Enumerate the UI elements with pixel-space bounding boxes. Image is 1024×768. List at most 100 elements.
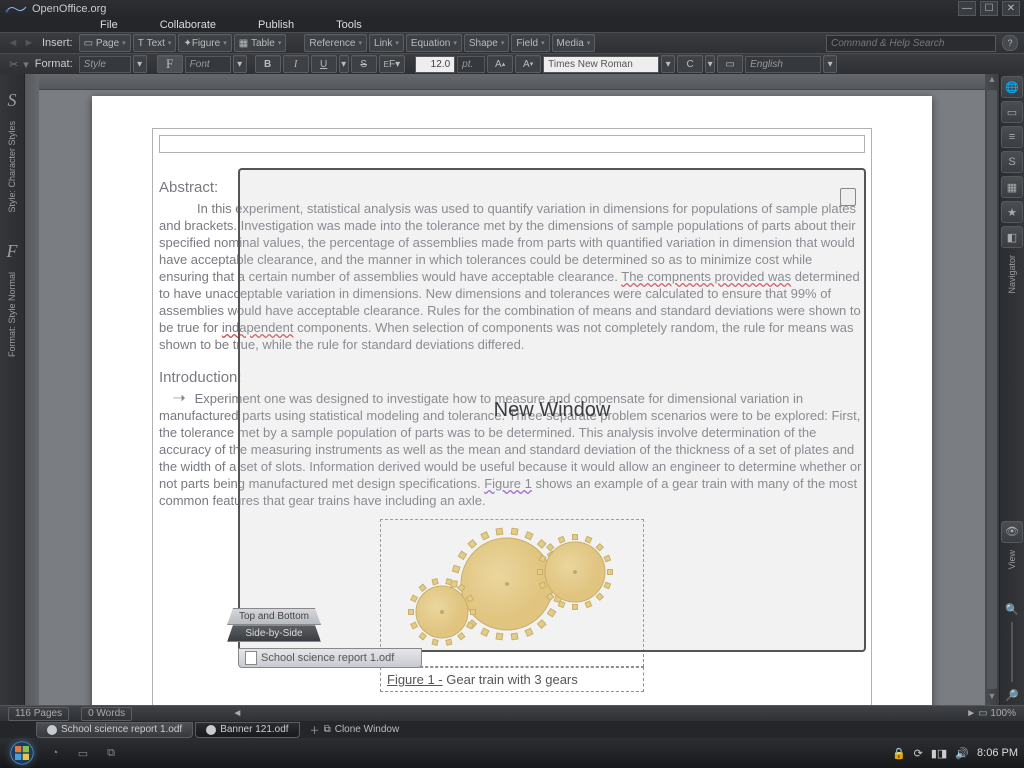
insert-link[interactable]: Link <box>369 34 404 52</box>
font-family-select[interactable]: Times New Roman <box>543 56 659 73</box>
zoom-in-icon[interactable]: 🔍 <box>1002 599 1022 619</box>
color-button[interactable]: C <box>677 55 703 73</box>
doc-tab-2[interactable]: Banner 121.odf <box>195 722 299 738</box>
scroll-down-icon[interactable]: ▼ <box>985 691 999 705</box>
scroll-up-icon[interactable]: ▲ <box>985 74 999 88</box>
scroll-right-icon[interactable]: ► <box>966 708 976 719</box>
ghost-window-tab[interactable]: School science report 1.odf <box>238 648 422 668</box>
tool-5-icon[interactable]: ★ <box>1001 201 1023 223</box>
status-pages: 116 Pages <box>8 707 69 721</box>
navigator-label[interactable]: Navigator <box>1007 251 1017 298</box>
tool-3-icon[interactable]: S <box>1001 151 1023 173</box>
taskbar-app-3-icon[interactable]: ⧉ <box>100 742 122 764</box>
maximize-button[interactable]: ☐ <box>980 1 998 16</box>
insert-shape[interactable]: Shape <box>464 34 509 52</box>
document-canvas[interactable]: Abstract: In this experiment, statistica… <box>39 90 985 705</box>
help-icon[interactable]: ? <box>1002 35 1018 51</box>
format-toolbar: ✂ ▾ Format: Style▾ F Font▾ B I U▾ S EF▾ … <box>0 53 1024 74</box>
font-select[interactable]: Font <box>185 56 231 73</box>
insert-text[interactable]: T Text <box>133 34 177 52</box>
zoom-out-icon[interactable]: 🔎 <box>1002 685 1022 705</box>
style-dropdown-icon[interactable]: ▾ <box>133 55 147 73</box>
globe-icon[interactable]: 🌐 <box>1001 76 1023 98</box>
eye-icon[interactable]: 👁 <box>1001 521 1023 543</box>
doc-icon <box>47 725 57 735</box>
start-button[interactable] <box>6 739 38 767</box>
windows-taskbar: ◔ ▭ ⧉ 🔒 ⟳ ▮◨ 🔊 8:06 PM <box>0 738 1024 768</box>
insert-field[interactable]: Field <box>511 34 549 52</box>
highlight-button[interactable]: ▭ <box>717 55 743 73</box>
effects-button[interactable]: EF▾ <box>379 55 405 73</box>
status-words: 0 Words <box>81 707 132 721</box>
format-tab-label[interactable]: Format: Style Normal <box>7 268 17 361</box>
format-tab-icon[interactable]: F <box>7 241 18 262</box>
insert-table[interactable]: ▦ Table <box>234 34 287 52</box>
tray-volume-icon[interactable]: 🔊 <box>955 747 969 760</box>
zoom-slider[interactable] <box>1011 622 1013 682</box>
view-label[interactable]: View <box>1007 546 1017 573</box>
cursor-arrow-icon: ➝ <box>159 390 195 407</box>
style-select[interactable]: Style <box>79 56 131 73</box>
bold-button[interactable]: B <box>255 55 281 73</box>
abstract-heading: Abstract: <box>159 179 865 196</box>
taskbar-app-2-icon[interactable]: ▭ <box>72 742 94 764</box>
back-icon[interactable]: ◄ <box>6 36 20 50</box>
insert-media[interactable]: Media <box>552 34 596 52</box>
menu-collaborate[interactable]: Collaborate <box>160 19 216 31</box>
tray-clock[interactable]: 8:06 PM <box>977 747 1018 759</box>
menu-publish[interactable]: Publish <box>258 19 294 31</box>
lang-dropdown-icon[interactable]: ▾ <box>823 55 837 73</box>
size-unit[interactable]: pt. <box>457 56 485 73</box>
font-dropdown-icon[interactable]: ▾ <box>233 55 247 73</box>
insert-page[interactable]: ▭ Page <box>79 34 131 52</box>
mode-top-bottom[interactable]: Top and Bottom <box>227 608 321 625</box>
table-icon: ▦ <box>239 38 248 49</box>
tool-4-icon[interactable]: ▦ <box>1001 176 1023 198</box>
star-icon: ✦ <box>183 38 191 49</box>
tool-1-icon[interactable]: ▭ <box>1001 101 1023 123</box>
clone-window-button[interactable]: ＋⧉ Clone Window <box>302 722 408 737</box>
tray-battery-icon[interactable]: ▮◨ <box>931 747 947 760</box>
search-input[interactable]: Command & Help Search <box>826 35 996 52</box>
scroll-left-icon[interactable]: ◄ <box>232 708 242 719</box>
status-bar: 116 Pages 0 Words ◄ ► ▭ 100% <box>0 705 1024 721</box>
tray-sync-icon[interactable]: ⟳ <box>914 747 923 760</box>
style-tab-icon[interactable]: S <box>8 90 17 111</box>
horizontal-ruler[interactable] <box>39 74 985 90</box>
strike-button[interactable]: S <box>351 55 377 73</box>
tray-lock-icon[interactable]: 🔒 <box>892 747 906 760</box>
title-bar: OpenOffice.org — ☐ ✕ <box>0 0 1024 17</box>
figure-box[interactable] <box>380 519 644 667</box>
styles-tab-label[interactable]: Style: Character Styles <box>7 117 17 217</box>
insert-figure[interactable]: ✦Figure <box>178 34 231 52</box>
size-input[interactable]: 12.0 <box>415 56 455 73</box>
menu-file[interactable]: File <box>100 19 118 31</box>
figure-caption[interactable]: Figure 1 - Gear train with 3 gears <box>380 667 644 692</box>
page-header-region[interactable] <box>159 135 865 153</box>
close-button[interactable]: ✕ <box>1002 1 1020 16</box>
doc-icon <box>245 651 257 665</box>
tool-2-icon[interactable]: ≡ <box>1001 126 1023 148</box>
zoom-pct[interactable]: ▭ 100% <box>978 708 1016 719</box>
language-select[interactable]: English <box>745 56 821 73</box>
menu-tools[interactable]: Tools <box>336 19 362 31</box>
taskbar-app-1-icon[interactable]: ◔ <box>44 742 66 764</box>
decrease-size[interactable]: A▾ <box>515 55 541 73</box>
underline-button[interactable]: U <box>311 55 337 73</box>
brush-icon[interactable]: ▾ <box>23 58 29 71</box>
color-dropdown[interactable]: ▾ <box>705 55 715 73</box>
cut-icon[interactable]: ✂ <box>6 58 21 71</box>
minimize-button[interactable]: — <box>958 1 976 16</box>
insert-equation[interactable]: Equation <box>406 34 462 52</box>
document-page: Abstract: In this experiment, statistica… <box>92 96 932 705</box>
insert-reference[interactable]: Reference <box>304 34 367 52</box>
increase-size[interactable]: A▴ <box>487 55 513 73</box>
forward-icon[interactable]: ► <box>22 36 36 50</box>
tool-6-icon[interactable]: ◧ <box>1001 226 1023 248</box>
family-dropdown-icon[interactable]: ▾ <box>661 55 675 73</box>
mode-side-by-side[interactable]: Side-by-Side <box>227 625 321 642</box>
italic-button[interactable]: I <box>283 55 309 73</box>
doc-tab-1[interactable]: School science report 1.odf <box>36 722 193 738</box>
underline-dropdown[interactable]: ▾ <box>339 55 349 73</box>
scrollbar-thumb[interactable] <box>987 90 997 689</box>
